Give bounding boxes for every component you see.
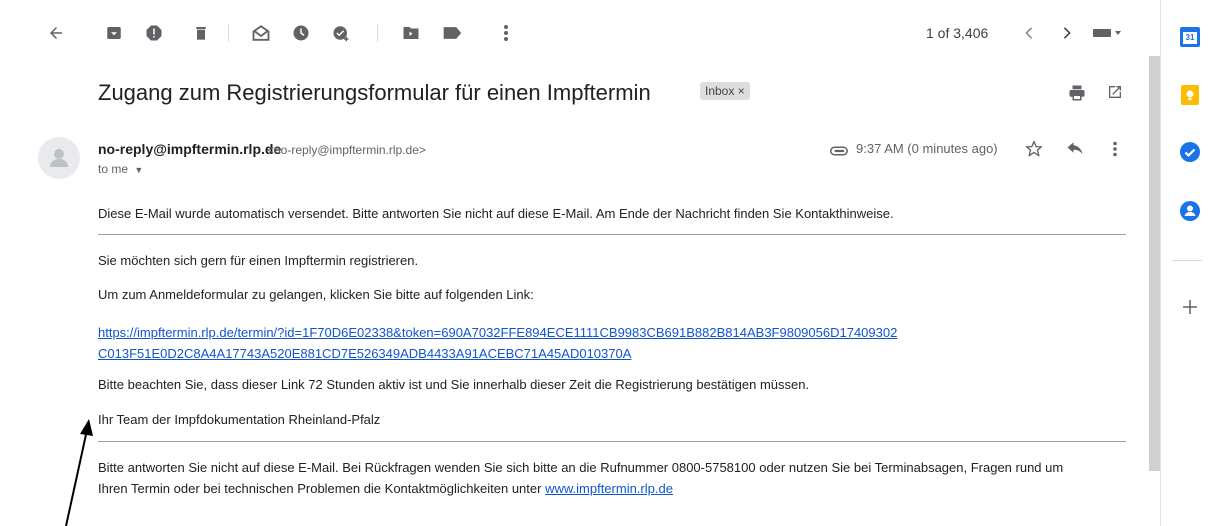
contacts-icon[interactable]: [1180, 201, 1200, 221]
side-panel-separator: [1172, 260, 1202, 261]
scrollbar-thumb[interactable]: [1149, 56, 1160, 471]
tasks-icon[interactable]: [1180, 142, 1200, 162]
keep-icon[interactable]: [1180, 85, 1200, 105]
side-panel-divider: [1160, 0, 1161, 526]
calendar-icon[interactable]: 31: [1180, 27, 1200, 47]
annotation-arrow: [65, 419, 93, 526]
add-icon[interactable]: [1180, 297, 1200, 317]
calendar-day-label: 31: [1185, 33, 1195, 42]
